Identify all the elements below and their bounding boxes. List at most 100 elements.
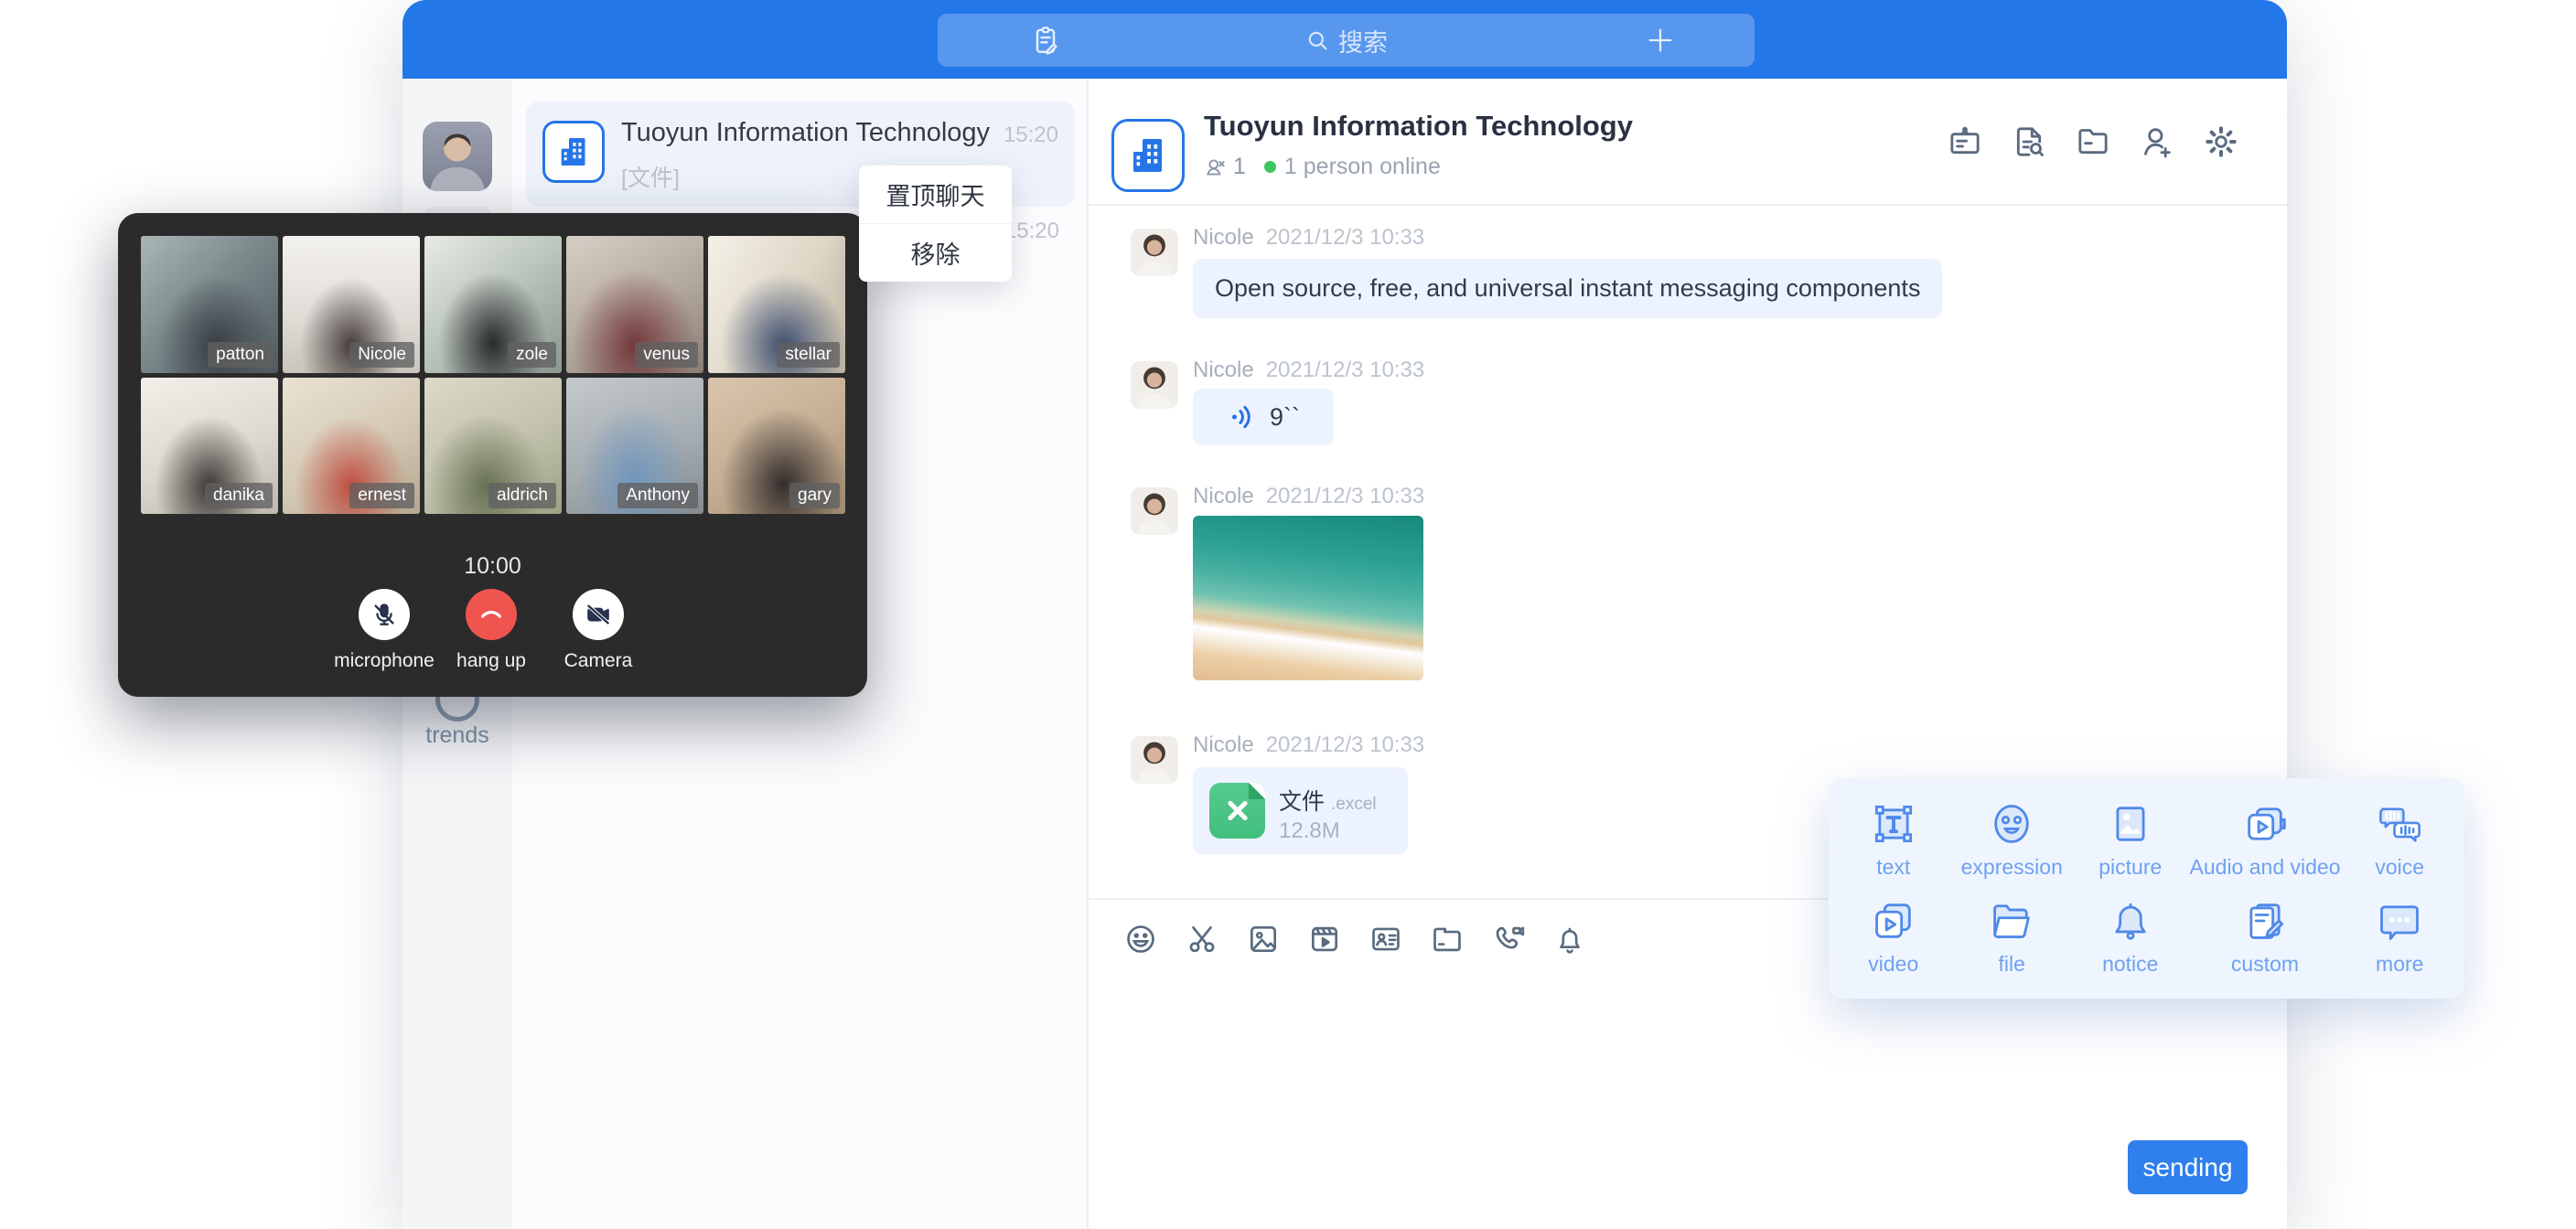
emoji-icon[interactable] — [1123, 922, 1158, 956]
message-header: Nicole 2021/12/3 10:33 — [1193, 484, 1424, 509]
voice-tool-icon — [2376, 800, 2423, 848]
more-tool-icon — [2376, 897, 2423, 945]
panel-label: expression — [1961, 855, 2063, 880]
chat-history-search-icon[interactable] — [2011, 123, 2047, 160]
conversation-context-menu: 置顶聊天 移除 — [859, 166, 1012, 282]
page: 搜索 trends — [0, 0, 2576, 1229]
send-file-icon[interactable] — [1430, 922, 1465, 956]
file-name: 文件 — [1279, 789, 1325, 815]
panel-item-file[interactable]: file — [1953, 889, 2072, 987]
voice-message-bubble[interactable]: 9`` — [1193, 389, 1334, 445]
panel-item-video[interactable]: video — [1834, 889, 1953, 987]
contact-card-icon[interactable] — [1368, 922, 1403, 956]
video-tool-icon — [1870, 897, 1917, 945]
trends-label[interactable]: trends — [402, 722, 512, 749]
panel-label: file — [1999, 952, 2025, 977]
microphone-mute-button[interactable] — [359, 589, 410, 640]
panel-item-voice[interactable]: voice — [2340, 791, 2459, 889]
custom-tool-icon — [2241, 897, 2289, 945]
send-picture-icon[interactable] — [1246, 922, 1281, 956]
my-avatar[interactable] — [423, 122, 492, 191]
message-time: 2021/12/3 10:33 — [1266, 225, 1425, 251]
participant-name: Nicole — [349, 342, 414, 368]
file-message-card[interactable]: 文件 .excel 12.8M — [1193, 767, 1408, 854]
top-bar: 搜索 — [402, 0, 2287, 79]
audio-video-tool-icon — [2241, 800, 2289, 848]
participant-name: stellar — [777, 342, 840, 368]
search-field[interactable]: 搜索 — [938, 14, 1755, 67]
camera-label: Camera — [543, 650, 653, 672]
panel-item-more[interactable]: more — [2340, 889, 2459, 987]
video-call-icon[interactable] — [1491, 922, 1526, 956]
panel-item-audio-video[interactable]: Audio and video — [2190, 791, 2341, 889]
video-tiles-grid: patton Nicole zole venus stellar danika … — [141, 236, 845, 514]
announcement-icon[interactable] — [1947, 123, 1983, 160]
text-tool-icon — [1870, 800, 1917, 848]
menu-item-pin-chat[interactable]: 置顶聊天 — [859, 166, 1012, 223]
message-type-panel: text expression picture — [1829, 778, 2464, 999]
panel-label: voice — [2375, 855, 2424, 880]
members-icon — [1204, 155, 1228, 179]
voice-wave-icon — [1227, 401, 1258, 433]
panel-item-expression[interactable]: expression — [1953, 791, 2072, 889]
panel-label: picture — [2098, 855, 2162, 880]
message-time: 2021/12/3 10:33 — [1266, 484, 1425, 509]
video-tile: venus — [566, 236, 703, 373]
video-tile: ernest — [283, 378, 420, 514]
header-divider — [1089, 204, 2287, 206]
search-icon — [1304, 27, 1330, 53]
panel-item-notice[interactable]: notice — [2071, 889, 2190, 987]
video-tile: aldrich — [424, 378, 562, 514]
text-message-bubble: Open source, free, and universal instant… — [1193, 259, 1942, 318]
video-tile: Nicole — [283, 236, 420, 373]
expression-tool-icon — [1988, 800, 2035, 848]
video-tile: Anthony — [566, 378, 703, 514]
file-size: 12.8M — [1279, 818, 1340, 844]
participant-name: gary — [789, 483, 840, 508]
participant-name: danika — [205, 483, 273, 508]
picture-tool-icon — [2107, 800, 2154, 848]
notification-bell-icon[interactable] — [1552, 922, 1587, 956]
conversation-title: Tuoyun Information Technology — [621, 118, 990, 148]
image-message-beach-photo[interactable] — [1193, 516, 1423, 680]
chat-header-actions — [1947, 123, 2239, 160]
sender-avatar[interactable] — [1131, 736, 1178, 784]
hang-up-button[interactable] — [466, 589, 517, 640]
send-button[interactable]: sending — [2128, 1140, 2248, 1194]
camera-mute-button[interactable] — [573, 589, 624, 640]
conversation-last-message: [文件] — [621, 160, 680, 193]
screenshot-scissors-icon[interactable] — [1185, 922, 1219, 956]
file-ext: .excel — [1331, 795, 1377, 814]
group-avatar-icon — [542, 121, 605, 183]
participant-name: ernest — [349, 483, 414, 508]
conversation-time: 15:20 — [1004, 123, 1058, 148]
panel-item-picture[interactable]: picture — [2071, 791, 2190, 889]
message-header: Nicole 2021/12/3 10:33 — [1193, 358, 1424, 383]
hang-up-icon — [477, 600, 506, 629]
online-dot — [1264, 161, 1276, 173]
participant-name: Anthony — [617, 483, 698, 508]
sender-avatar[interactable] — [1131, 229, 1178, 276]
panel-item-text[interactable]: text — [1834, 791, 1953, 889]
hang-up-label: hang up — [436, 650, 546, 672]
group-files-icon[interactable] — [2075, 123, 2111, 160]
participant-name: zole — [508, 342, 556, 368]
plus-icon[interactable] — [1645, 25, 1676, 56]
message-time: 2021/12/3 10:33 — [1266, 358, 1425, 383]
sender-avatar[interactable] — [1131, 487, 1178, 535]
participant-name: patton — [208, 342, 273, 368]
chat-main: Tuoyun Information Technology 1 1 person… — [1089, 79, 2287, 1229]
panel-item-custom[interactable]: custom — [2190, 889, 2341, 987]
search-bar[interactable]: 搜索 — [938, 14, 1755, 67]
chat-group-icon — [1111, 119, 1185, 192]
conversation2-time: 15:20 — [1004, 219, 1059, 244]
camera-muted-icon — [585, 601, 612, 628]
menu-item-remove[interactable]: 移除 — [859, 224, 1012, 282]
sender-avatar[interactable] — [1131, 361, 1178, 409]
add-member-icon[interactable] — [2139, 123, 2175, 160]
notice-tool-icon — [2107, 897, 2154, 945]
panel-label: more — [2376, 952, 2423, 977]
settings-gear-icon[interactable] — [2203, 123, 2239, 160]
send-video-icon[interactable] — [1307, 922, 1342, 956]
panel-label: Audio and video — [2190, 855, 2341, 880]
